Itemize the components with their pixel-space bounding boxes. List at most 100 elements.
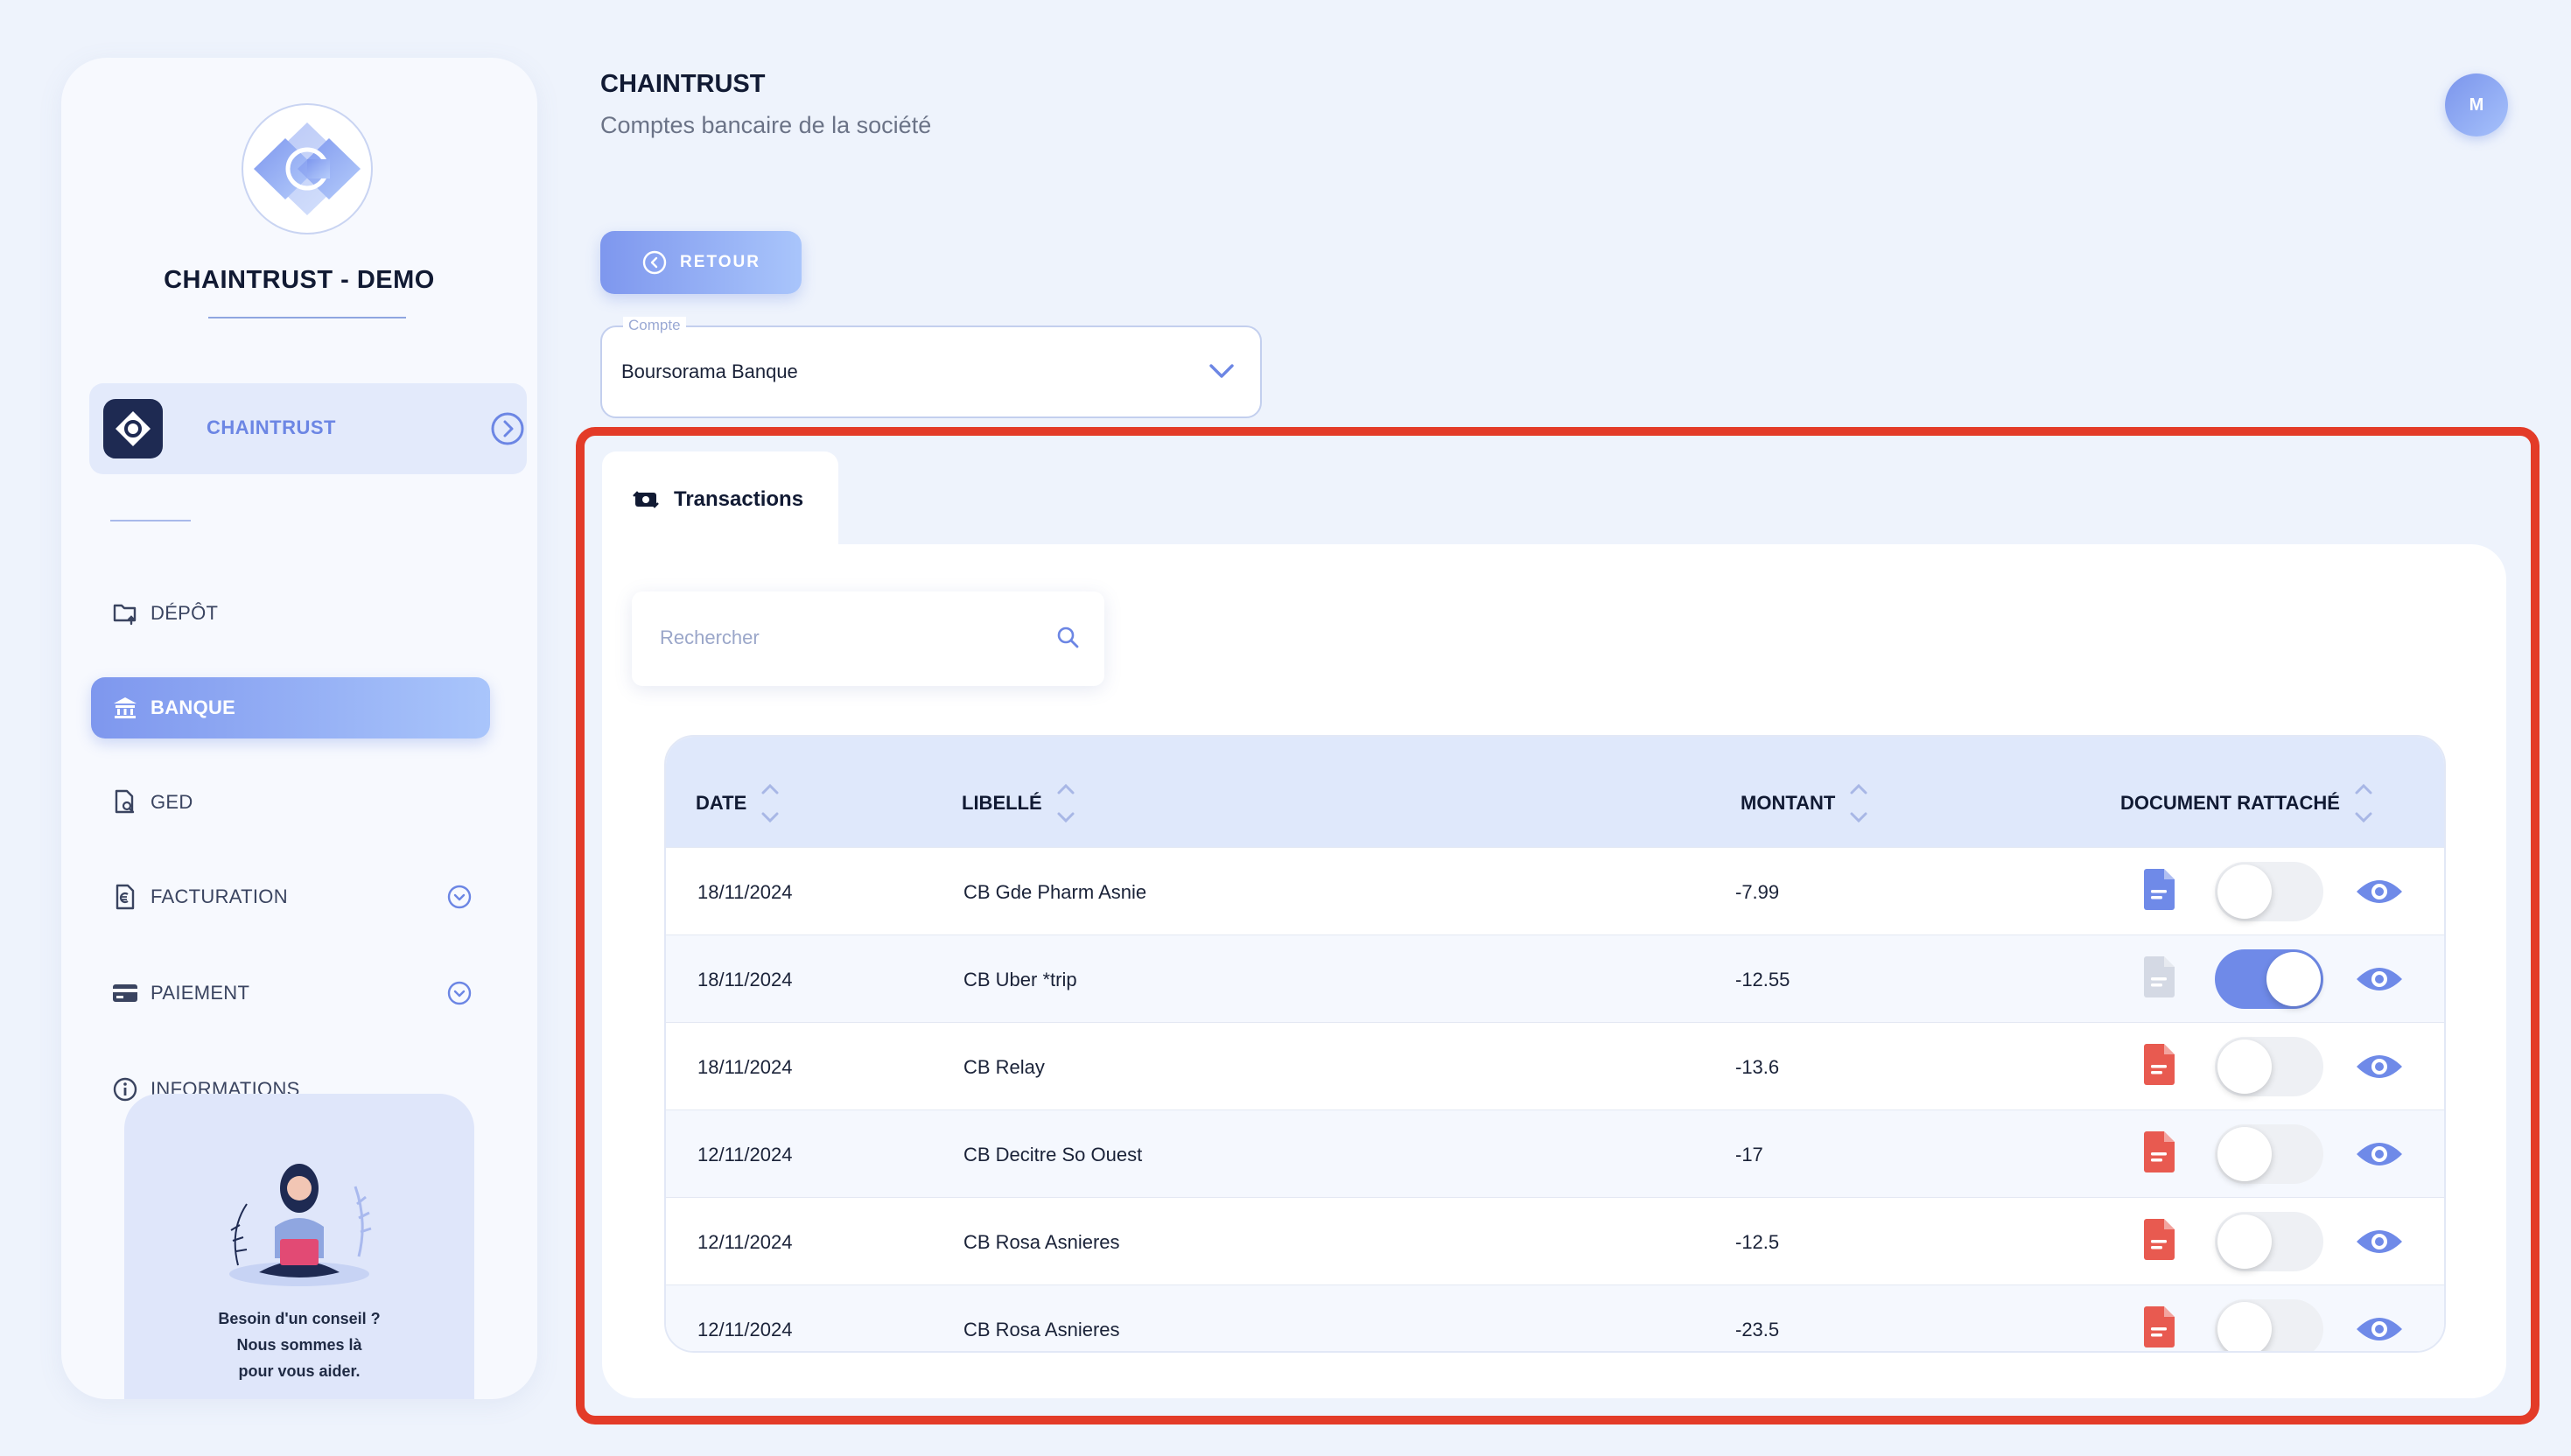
attach-toggle[interactable] [2215,1212,2323,1271]
nav-item-banque[interactable]: BANQUE [91,677,490,738]
toggle-knob [2217,864,2272,919]
cell-montant: -12.55 [1735,969,1790,990]
nav-label: FACTURATION [151,886,288,907]
folder-upload-icon [110,598,140,628]
document-icon[interactable] [2143,1042,2176,1086]
cell-libelle: CB Uber *trip [963,969,1077,990]
eye-icon[interactable] [2355,963,2404,995]
sort-icon[interactable] [2354,777,2373,830]
cell-date: 18/11/2024 [697,969,793,990]
user-avatar[interactable]: M [2445,74,2508,136]
attach-toggle[interactable] [2215,862,2323,921]
table-row[interactable]: 12/11/2024 CB Rosa Asnieres -12.5 [666,1197,2444,1284]
column-header-date[interactable]: DATE [696,777,780,830]
help-card[interactable]: Besoin d'un conseil ? Nous sommes là pou… [124,1094,474,1399]
cell-libelle: CB Rosa Asnieres [963,1319,1120,1340]
company-logo [242,103,373,234]
table-row[interactable]: 18/11/2024 CB Gde Pharm Asnie -7.99 [666,847,2444,934]
cell-date: 18/11/2024 [697,1056,793,1078]
nav-item-facturation[interactable]: FACTURATION [91,866,490,928]
cell-montant: -17 [1735,1144,1763,1166]
table-row[interactable]: 18/11/2024 CB Uber *trip -12.55 [666,934,2444,1022]
toggle-knob [2266,952,2321,1006]
transactions-table: DATE LIBELLÉ MONTANT DOCUMENT RATTACHÉ 1… [664,735,2446,1353]
search-icon[interactable] [1055,625,1082,651]
column-header-label: DOCUMENT RATTACHÉ [2120,792,2340,814]
sort-icon[interactable] [1849,777,1868,830]
nav-item-ged[interactable]: GED [91,772,490,833]
cell-montant: -7.99 [1735,881,1780,903]
eye-icon[interactable] [2355,1051,2404,1082]
toggle-knob [2217,1214,2272,1269]
attach-toggle[interactable] [2215,1299,2323,1351]
cell-date: 12/11/2024 [697,1144,793,1166]
cell-date: 18/11/2024 [697,881,793,903]
back-button[interactable]: RETOUR [600,231,802,294]
attach-toggle[interactable] [2215,1124,2323,1184]
cell-montant: -12.5 [1735,1231,1780,1253]
help-text: Besoin d'un conseil ? Nous sommes là pou… [124,1306,474,1384]
bank-icon [110,693,140,723]
back-button-label: RETOUR [680,253,760,271]
document-search-icon [110,788,140,817]
account-select-legend: Compte [623,317,686,334]
tab-transactions[interactable]: Transactions [602,452,838,548]
document-icon[interactable] [2143,1217,2176,1261]
nav-label: BANQUE [151,696,236,718]
bank-transfer-icon [632,487,660,512]
column-header-label: LIBELLÉ [962,792,1042,814]
table-row[interactable]: 12/11/2024 CB Rosa Asnieres -23.5 [666,1284,2444,1351]
help-line: Nous sommes là [236,1336,362,1354]
cell-date: 12/11/2024 [697,1319,793,1340]
cell-libelle: CB Gde Pharm Asnie [963,881,1147,903]
info-icon [110,1074,140,1104]
invoice-icon [110,882,140,912]
cell-montant: -13.6 [1735,1056,1780,1078]
attach-toggle[interactable] [2215,1037,2323,1096]
cell-libelle: CB Decitre So Ouest [963,1144,1143,1166]
divider [110,520,191,522]
nav-label: PAIEMENT [151,982,250,1004]
document-icon[interactable] [2143,1305,2176,1348]
document-icon[interactable] [2143,1130,2176,1173]
eye-icon[interactable] [2355,876,2404,907]
column-header-libelle[interactable]: LIBELLÉ [962,777,1075,830]
divider [208,317,406,318]
cell-libelle: CB Relay [963,1056,1045,1078]
chevron-down-icon[interactable] [446,884,473,910]
column-header-label: MONTANT [1741,792,1836,814]
table-row[interactable]: 18/11/2024 CB Relay -13.6 [666,1022,2444,1110]
sort-icon[interactable] [1056,777,1075,830]
chevron-right-circle-icon[interactable] [490,411,525,446]
company-name: CHAINTRUST - DEMO [164,266,435,294]
chevron-down-icon[interactable] [446,980,473,1006]
search-input[interactable] [658,618,1026,658]
cell-date: 12/11/2024 [697,1231,793,1253]
column-header-document[interactable]: DOCUMENT RATTACHÉ [2120,777,2373,830]
eye-icon[interactable] [2355,1226,2404,1257]
search-box[interactable] [632,592,1104,686]
column-header-montant[interactable]: MONTANT [1741,777,1868,830]
page-subtitle: Comptes bancaire de la société [600,112,932,138]
sort-icon[interactable] [760,777,780,830]
eye-icon[interactable] [2355,1138,2404,1170]
nav-label: GED [151,791,193,813]
document-icon[interactable] [2143,867,2176,911]
chevron-down-icon[interactable] [1208,360,1236,382]
company-avatar [103,399,163,458]
table-row[interactable]: 12/11/2024 CB Decitre So Ouest -17 [666,1110,2444,1197]
company-switcher[interactable]: CHAINTRUST [89,383,527,474]
chevron-left-circle-icon [641,249,668,276]
toggle-knob [2217,1302,2272,1351]
help-line: pour vous aider. [238,1362,361,1380]
cell-montant: -23.5 [1735,1319,1780,1340]
eye-icon[interactable] [2355,1313,2404,1345]
account-select-value: Boursorama Banque [621,360,798,382]
document-icon[interactable] [2143,955,2176,998]
account-select[interactable]: Compte Boursorama Banque [600,317,1262,418]
table-header: DATE LIBELLÉ MONTANT DOCUMENT RATTACHÉ [666,737,2444,847]
nav-item-paiement[interactable]: PAIEMENT [91,962,490,1024]
attach-toggle[interactable] [2215,949,2323,1009]
nav-item-depot[interactable]: DÉPÔT [91,583,490,644]
page-title: CHAINTRUST [600,70,766,98]
